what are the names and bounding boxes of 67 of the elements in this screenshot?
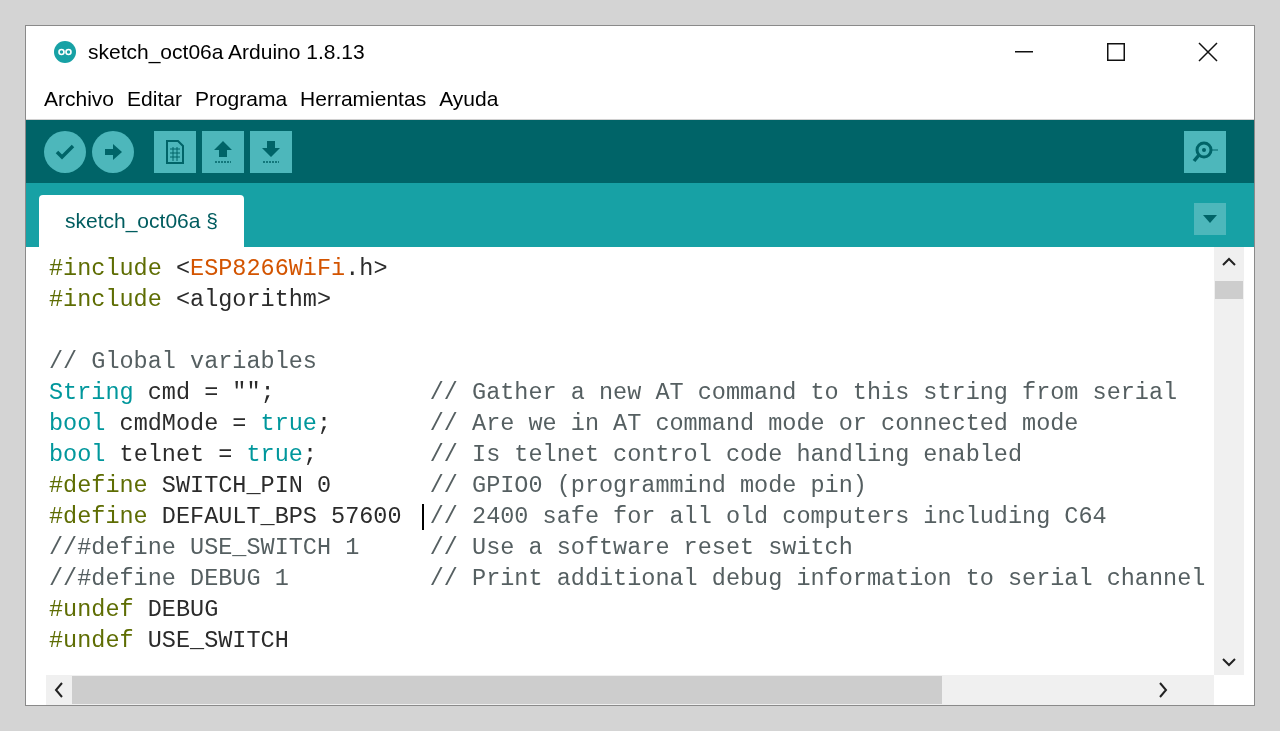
open-button[interactable]: [202, 130, 244, 173]
code-comment: //#define DEBUG 1: [49, 564, 289, 594]
code-comment: // Is telnet control code handling enabled: [429, 440, 1023, 470]
editor-tab[interactable]: sketch_oct06a §: [39, 195, 244, 247]
code-comment: // Use a software reset switch: [429, 533, 853, 563]
code-token: ;: [317, 409, 332, 439]
code-token: telnet =: [118, 440, 234, 470]
document-icon: [165, 139, 185, 164]
scroll-right-icon: [1158, 682, 1168, 698]
code-token: <algorithm>: [174, 285, 332, 315]
scroll-left-icon: [54, 682, 64, 698]
code-token: #include: [49, 285, 162, 315]
app-logo-icon: [54, 41, 76, 63]
code-token: String: [49, 378, 134, 408]
window-title: sketch_oct06a Arduino 1.8.13: [88, 39, 365, 66]
menu-item[interactable]: Editar: [126, 82, 183, 115]
code-comment: // Gather a new AT command to this string from serial: [429, 378, 1178, 408]
serial-monitor-button[interactable]: [1184, 130, 1226, 173]
menu-item[interactable]: Archivo: [43, 82, 116, 115]
scrollbar-thumb[interactable]: [1215, 281, 1243, 299]
code-token: cmdMode =: [118, 409, 248, 439]
menu-item[interactable]: Ayuda: [438, 82, 500, 115]
code-token: <: [174, 254, 191, 284]
code-comment: // Print additional debug information to serial channel: [429, 564, 1206, 594]
code-token: bool: [49, 440, 106, 470]
menu-item[interactable]: Herramientas: [299, 82, 428, 115]
tab-menu-button[interactable]: [1194, 203, 1226, 235]
code-token: .h>: [345, 254, 388, 284]
menu-item[interactable]: Programa: [193, 82, 289, 115]
arrow-right-icon: [103, 142, 123, 161]
code-token: #define: [49, 471, 148, 501]
code-token: #undef: [49, 595, 134, 625]
code-token: #include: [49, 254, 162, 284]
verify-button[interactable]: [44, 130, 86, 173]
code-token: true: [246, 440, 303, 470]
code-comment: // Are we in AT command mode or connected mode: [429, 409, 1079, 439]
scroll-up-icon: [1222, 257, 1236, 267]
vertical-scrollbar[interactable]: [1214, 247, 1244, 675]
code-comment: // Global variables: [49, 347, 317, 377]
code-token: DEBUG: [146, 595, 219, 625]
arrow-up-icon: [212, 139, 234, 164]
minimize-icon: [1015, 51, 1033, 53]
code-token: true: [260, 409, 317, 439]
close-icon: [1198, 42, 1218, 62]
new-button[interactable]: [154, 130, 196, 173]
code-token: SWITCH_PIN 0: [160, 471, 332, 501]
code-token: ;: [302, 440, 317, 470]
caret-down-icon: [1203, 215, 1217, 223]
code-comment: //#define USE_SWITCH 1: [49, 533, 360, 563]
code-token: DEFAULT_BPS 57600: [160, 502, 402, 532]
magnifier-icon: [1190, 139, 1220, 164]
code-comment: // 2400 safe for all old computers including C64: [429, 502, 1107, 532]
scroll-down-icon: [1222, 657, 1236, 667]
code-comment: // GPIO0 (programmind mode pin): [429, 471, 867, 501]
code-token: #define: [49, 502, 148, 532]
scrollbar-thumb[interactable]: [72, 676, 942, 704]
code-token: bool: [49, 409, 106, 439]
code-token: #undef: [49, 626, 134, 656]
checkmark-icon: [55, 143, 75, 160]
code-token: USE_SWITCH: [146, 626, 289, 656]
maximize-icon: [1107, 43, 1125, 61]
code-token: ESP8266WiFi: [190, 254, 346, 284]
horizontal-scrollbar[interactable]: [46, 675, 1214, 705]
save-button[interactable]: [250, 130, 292, 173]
arrow-down-icon: [260, 139, 282, 164]
code-token: cmd = "";: [146, 378, 275, 408]
upload-button[interactable]: [92, 130, 134, 173]
